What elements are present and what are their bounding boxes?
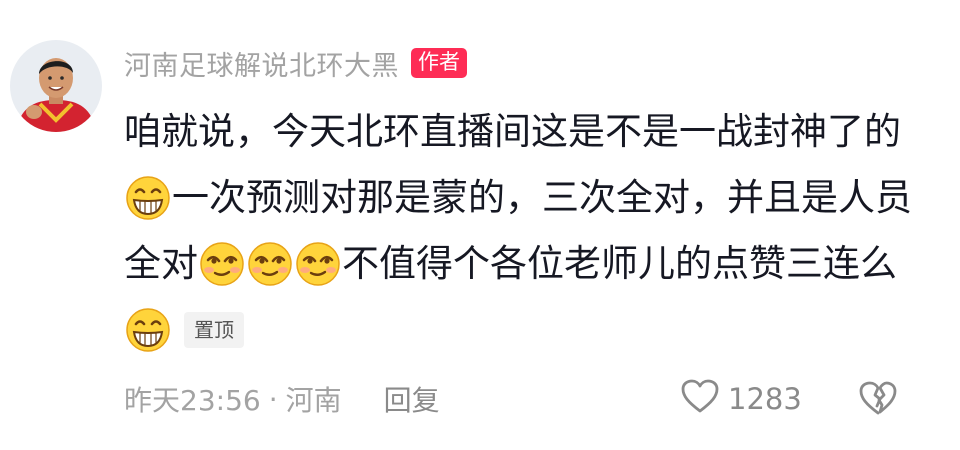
comment-line: 置顶 [124, 297, 924, 363]
comment-text: 一次预测对那是蒙的，三次全对，并且是人员 [172, 176, 912, 219]
heart-outline-icon[interactable] [680, 378, 720, 421]
grinning-emoji-icon [124, 306, 172, 354]
comment-line: 咱就说，今天北环直播间这是不是一战封神了的 [124, 99, 924, 165]
smirking-emoji-icon [246, 240, 294, 288]
separator-dot: · [268, 382, 278, 416]
smirking-emoji-icon [294, 240, 342, 288]
pinned-badge: 置顶 [184, 312, 244, 348]
comment-body: 咱就说，今天北环直播间这是不是一战封神了的 一次预测对那是蒙的，三次全对，并且是… [124, 99, 924, 363]
comment-text: 咱就说，今天北环直播间这是不是一战封神了的 [124, 110, 901, 153]
avatar[interactable] [10, 40, 102, 132]
comment-text: 全对 [124, 242, 198, 285]
broken-heart-icon[interactable] [858, 378, 898, 425]
like-count: 1283 [728, 382, 802, 416]
reply-button[interactable]: 回复 [384, 379, 440, 419]
smirking-emoji-icon [198, 240, 246, 288]
comment-line: 一次预测对那是蒙的，三次全对，并且是人员 [124, 165, 924, 231]
like-button[interactable]: 1283 [680, 376, 802, 422]
comment-header: 河南足球解说北环大黑 作者 [124, 43, 467, 83]
comment-footer: 昨天23:56 · 河南 回复 1283 [124, 376, 934, 422]
author-name[interactable]: 河南足球解说北环大黑 [124, 44, 399, 83]
comment-item: 河南足球解说北环大黑 作者 咱就说，今天北环直播间这是不是一战封神了的 一次预测… [0, 0, 960, 450]
comment-time: 昨天23:56 [124, 384, 261, 417]
comment-line: 全对 不值得个各位老师儿的点赞三连么 [124, 231, 924, 297]
grinning-emoji-icon [124, 174, 172, 222]
comment-text: 不值得个各位老师儿的点赞三连么 [342, 242, 897, 285]
author-badge: 作者 [411, 48, 467, 78]
comment-location: 河南 [285, 384, 342, 417]
